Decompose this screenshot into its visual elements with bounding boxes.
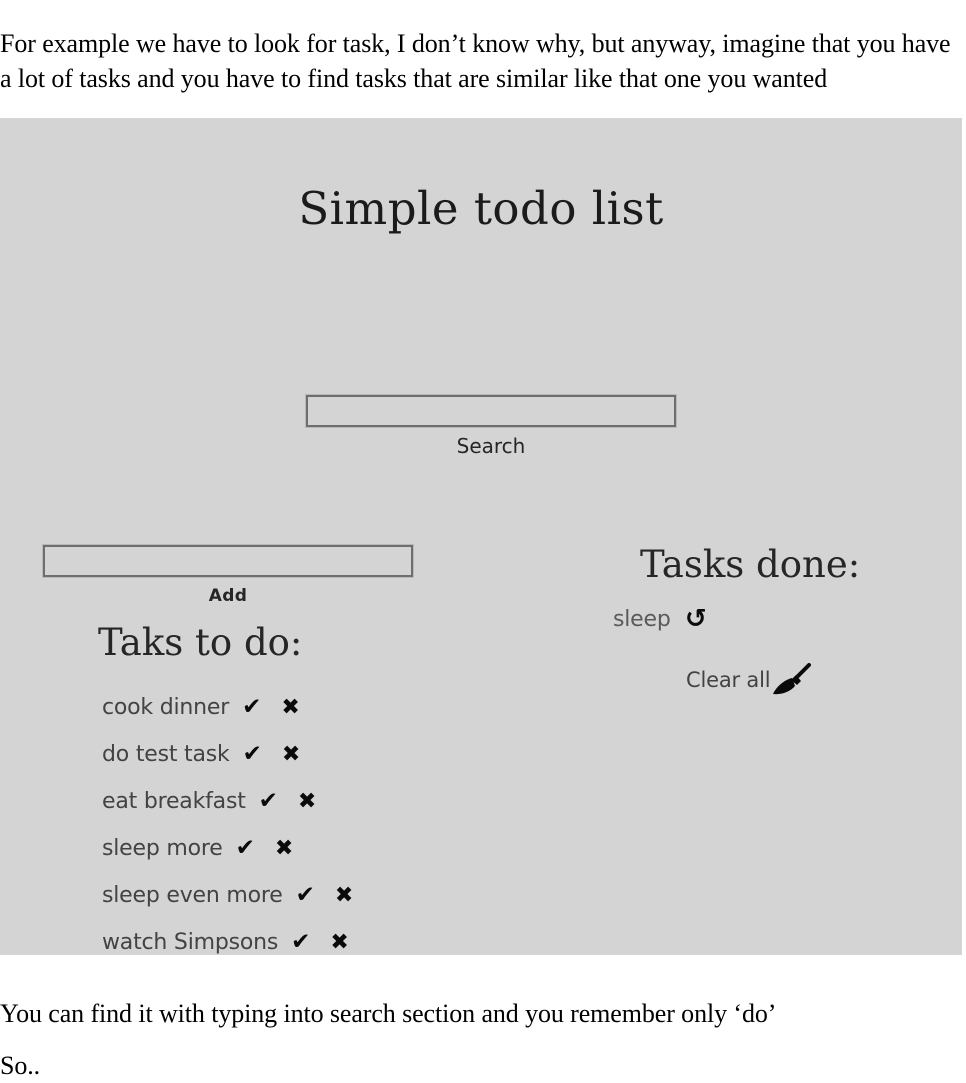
check-icon[interactable]: ✔ (291, 931, 310, 954)
todo-item-label: eat breakfast (102, 789, 246, 814)
todo-item-label: sleep even more (102, 883, 283, 908)
outro-line-2: So.. (0, 1051, 41, 1080)
todo-list: cook dinner ✔ ✖ do test task ✔ ✖ eat bre… (102, 684, 353, 955)
check-icon[interactable]: ✔ (243, 743, 262, 766)
todo-app-screenshot: Simple todo list Search Add Taks to do: … (0, 118, 962, 955)
done-item-label: sleep (613, 606, 671, 632)
list-item: eat breakfast ✔ ✖ (102, 778, 353, 825)
check-icon[interactable]: ✔ (259, 790, 278, 813)
done-section-heading: Tasks done: (640, 543, 861, 586)
check-icon[interactable]: ✔ (242, 696, 261, 719)
clear-all-button[interactable]: Clear all (686, 663, 812, 697)
check-icon[interactable]: ✔ (236, 837, 255, 860)
list-item: sleep ↻ (613, 601, 706, 637)
list-item: sleep more ✔ ✖ (102, 825, 353, 872)
todo-item-label: watch Simpsons (102, 930, 279, 955)
todo-item-label: sleep more (102, 836, 223, 861)
done-list: sleep ↻ (613, 601, 706, 637)
add-task-button[interactable]: Add (43, 586, 413, 606)
list-item: do test task ✔ ✖ (102, 731, 353, 778)
intro-paragraph: For example we have to look for task, I … (0, 29, 951, 93)
todo-item-label: do test task (102, 742, 230, 767)
clear-all-label: Clear all (686, 668, 771, 692)
list-item: sleep even more ✔ ✖ (102, 872, 353, 919)
list-item: cook dinner ✔ ✖ (102, 684, 353, 731)
search-input[interactable] (305, 394, 677, 428)
cross-icon[interactable]: ✖ (330, 931, 348, 954)
todo-item-label: cook dinner (102, 695, 230, 720)
undo-arrow-icon[interactable]: ↻ (685, 604, 707, 634)
page-title: Simple todo list (298, 182, 664, 236)
search-label: Search (456, 434, 526, 458)
add-task-input[interactable] (42, 544, 414, 578)
cross-icon[interactable]: ✖ (282, 743, 300, 766)
todo-section-heading: Taks to do: (98, 621, 303, 664)
outro-line-1: You can find it with typing into search … (0, 999, 777, 1028)
cross-icon[interactable]: ✖ (298, 790, 316, 813)
list-item: watch Simpsons ✔ ✖ (102, 919, 353, 955)
cross-icon[interactable]: ✖ (335, 884, 353, 907)
cross-icon[interactable]: ✖ (275, 837, 293, 860)
broom-icon (770, 663, 812, 697)
cross-icon[interactable]: ✖ (281, 696, 299, 719)
check-icon[interactable]: ✔ (296, 884, 315, 907)
